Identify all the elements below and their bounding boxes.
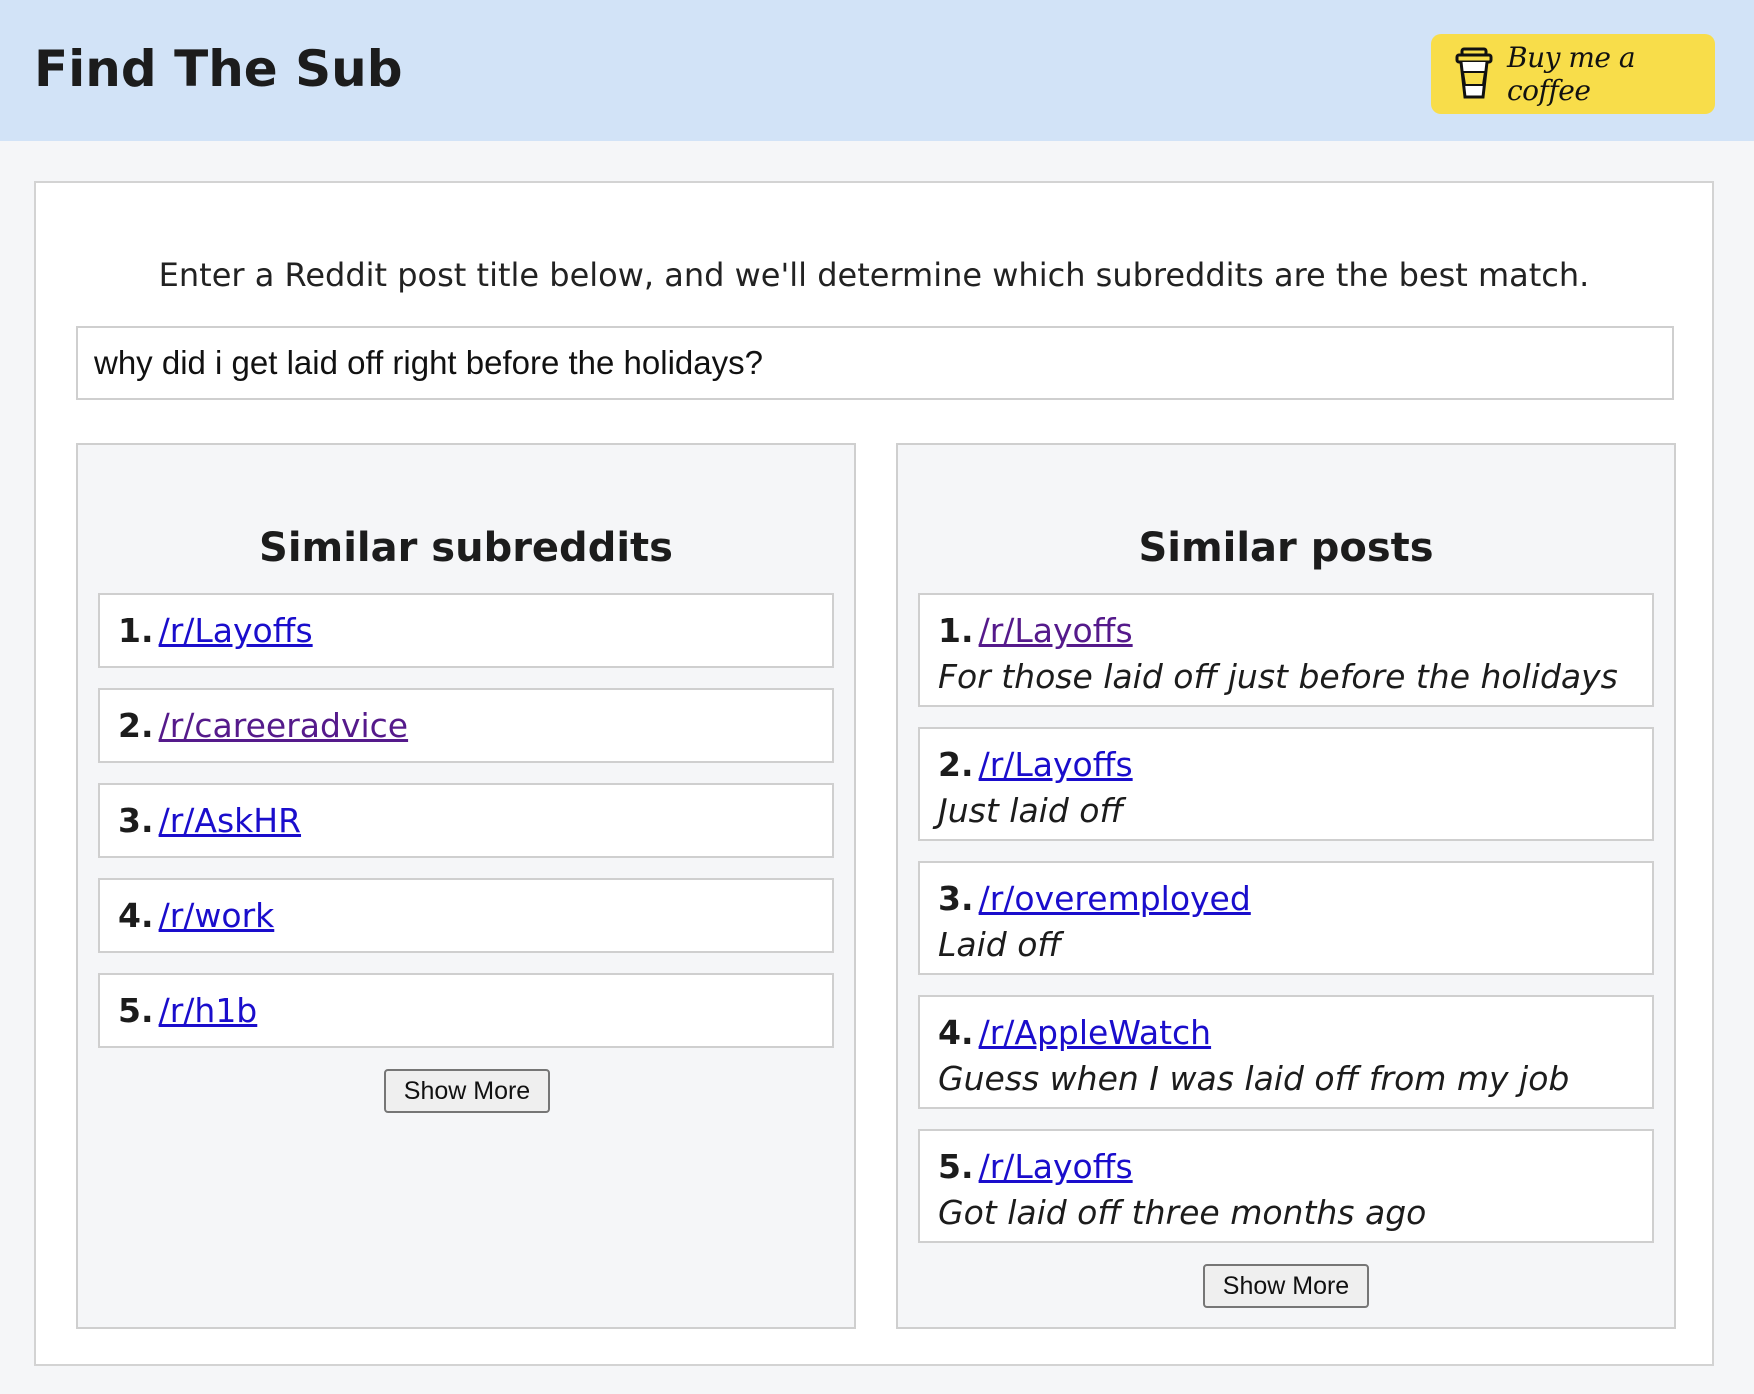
show-more-subreddits-button[interactable]: Show More — [384, 1069, 550, 1113]
rank-number: 5. — [118, 991, 154, 1030]
subreddit-link[interactable]: /r/Layoffs — [159, 611, 313, 650]
coffee-cup-icon — [1453, 45, 1495, 103]
coffee-label: Buy me a coffee — [1507, 41, 1636, 107]
subreddit-item: 3. /r/AskHR — [98, 783, 834, 858]
rank-number: 1. — [938, 611, 974, 650]
post-item: 2. /r/Layoffs Just laid off — [918, 727, 1654, 841]
site-header: Find The Sub Buy me a coffee — [0, 0, 1754, 141]
subreddit-link[interactable]: /r/AskHR — [159, 801, 301, 840]
show-more-posts-button[interactable]: Show More — [1203, 1264, 1369, 1308]
post-item: 1. /r/Layoffs For those laid off just be… — [918, 593, 1654, 707]
subreddit-item: 5. /r/h1b — [98, 973, 834, 1048]
post-item: 3. /r/overemployed Laid off — [918, 861, 1654, 975]
similar-posts-title: Similar posts — [1138, 525, 1434, 571]
post-subreddit-link[interactable]: /r/Layoffs — [979, 745, 1133, 784]
buy-me-a-coffee-button[interactable]: Buy me a coffee — [1431, 34, 1715, 114]
intro-text: Enter a Reddit post title below, and we'… — [158, 256, 1590, 294]
post-title-input[interactable] — [76, 326, 1674, 400]
similar-subreddits-panel: Similar subreddits 1. /r/Layoffs 2. /r/c… — [76, 443, 856, 1329]
subreddit-link[interactable]: /r/careeradvice — [159, 706, 409, 745]
rank-number: 4. — [118, 896, 154, 935]
post-subreddit-link[interactable]: /r/AppleWatch — [979, 1013, 1211, 1052]
rank-number: 3. — [118, 801, 154, 840]
rank-number: 2. — [118, 706, 154, 745]
post-title: Laid off — [938, 925, 1062, 964]
similar-posts-panel: Similar posts 1. /r/Layoffs For those la… — [896, 443, 1676, 1329]
post-title: Got laid off three months ago — [938, 1193, 1427, 1232]
main-card: Enter a Reddit post title below, and we'… — [34, 181, 1714, 1366]
subreddit-item: 2. /r/careeradvice — [98, 688, 834, 763]
subreddit-link[interactable]: /r/work — [159, 896, 275, 935]
subreddit-item: 4. /r/work — [98, 878, 834, 953]
rank-number: 1. — [118, 611, 154, 650]
similar-subreddits-title: Similar subreddits — [259, 525, 673, 571]
rank-number: 4. — [938, 1013, 974, 1052]
post-title: For those laid off just before the holid… — [938, 657, 1618, 696]
rank-number: 3. — [938, 879, 974, 918]
rank-number: 5. — [938, 1147, 974, 1186]
post-item: 5. /r/Layoffs Got laid off three months … — [918, 1129, 1654, 1243]
post-subreddit-link[interactable]: /r/Layoffs — [979, 1147, 1133, 1186]
subreddit-link[interactable]: /r/h1b — [159, 991, 258, 1030]
site-title: Find The Sub — [34, 40, 403, 98]
post-title: Guess when I was laid off from my job — [938, 1059, 1570, 1098]
post-subreddit-link[interactable]: /r/overemployed — [979, 879, 1251, 918]
post-title: Just laid off — [938, 791, 1124, 830]
subreddit-item: 1. /r/Layoffs — [98, 593, 834, 668]
post-item: 4. /r/AppleWatch Guess when I was laid o… — [918, 995, 1654, 1109]
post-subreddit-link[interactable]: /r/Layoffs — [979, 611, 1133, 650]
rank-number: 2. — [938, 745, 974, 784]
